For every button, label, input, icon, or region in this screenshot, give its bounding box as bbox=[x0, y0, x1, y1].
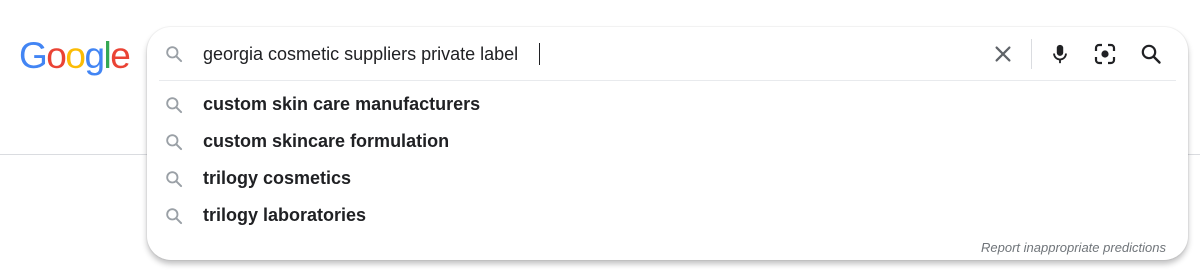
suggestion-text: trilogy cosmetics bbox=[203, 168, 352, 188]
voice-search-button[interactable] bbox=[1046, 40, 1074, 68]
clear-button[interactable] bbox=[989, 40, 1017, 68]
suggestion-item[interactable]: trilogy laboratories bbox=[147, 197, 1188, 234]
logo-letter: o bbox=[65, 35, 86, 76]
google-logo[interactable]: Google bbox=[19, 35, 131, 76]
suggestion-item[interactable]: trilogy cosmetics bbox=[147, 160, 1188, 197]
logo-letter: e bbox=[110, 35, 131, 76]
search-panel: custom skin care manufacturers custom sk… bbox=[147, 27, 1188, 260]
tool-divider bbox=[1031, 39, 1032, 69]
suggestion-text: trilogy laboratories bbox=[203, 205, 367, 225]
microphone-icon bbox=[1053, 44, 1067, 64]
text-caret bbox=[539, 43, 540, 65]
search-icon bbox=[166, 134, 183, 151]
logo-letter: o bbox=[46, 35, 67, 76]
suggestion-item[interactable]: custom skin care manufacturers bbox=[147, 86, 1188, 123]
logo-letter: g bbox=[84, 35, 105, 76]
report-predictions-link[interactable]: Report inappropriate predictions bbox=[981, 240, 1166, 255]
search-divider bbox=[159, 80, 1176, 81]
logo-letter: l bbox=[103, 35, 112, 76]
logo-letter: G bbox=[19, 35, 48, 76]
search-icon bbox=[166, 46, 183, 63]
suggestion-text: custom skin care manufacturers bbox=[203, 94, 481, 114]
search-bar bbox=[147, 27, 1188, 81]
search-icon bbox=[166, 97, 183, 114]
search-icon bbox=[166, 171, 183, 188]
suggestion-item[interactable]: custom skincare formulation bbox=[147, 123, 1188, 160]
suggestion-list: custom skin care manufacturers custom sk… bbox=[147, 86, 1188, 234]
search-icon bbox=[166, 208, 183, 225]
lens-search-button[interactable] bbox=[1091, 40, 1119, 68]
close-icon bbox=[995, 46, 1011, 62]
camera-lens-icon bbox=[1094, 43, 1116, 65]
search-icon bbox=[1141, 44, 1161, 64]
search-input[interactable] bbox=[203, 41, 983, 67]
search-submit-button[interactable] bbox=[1137, 40, 1165, 68]
suggestion-text: custom skincare formulation bbox=[203, 131, 450, 151]
